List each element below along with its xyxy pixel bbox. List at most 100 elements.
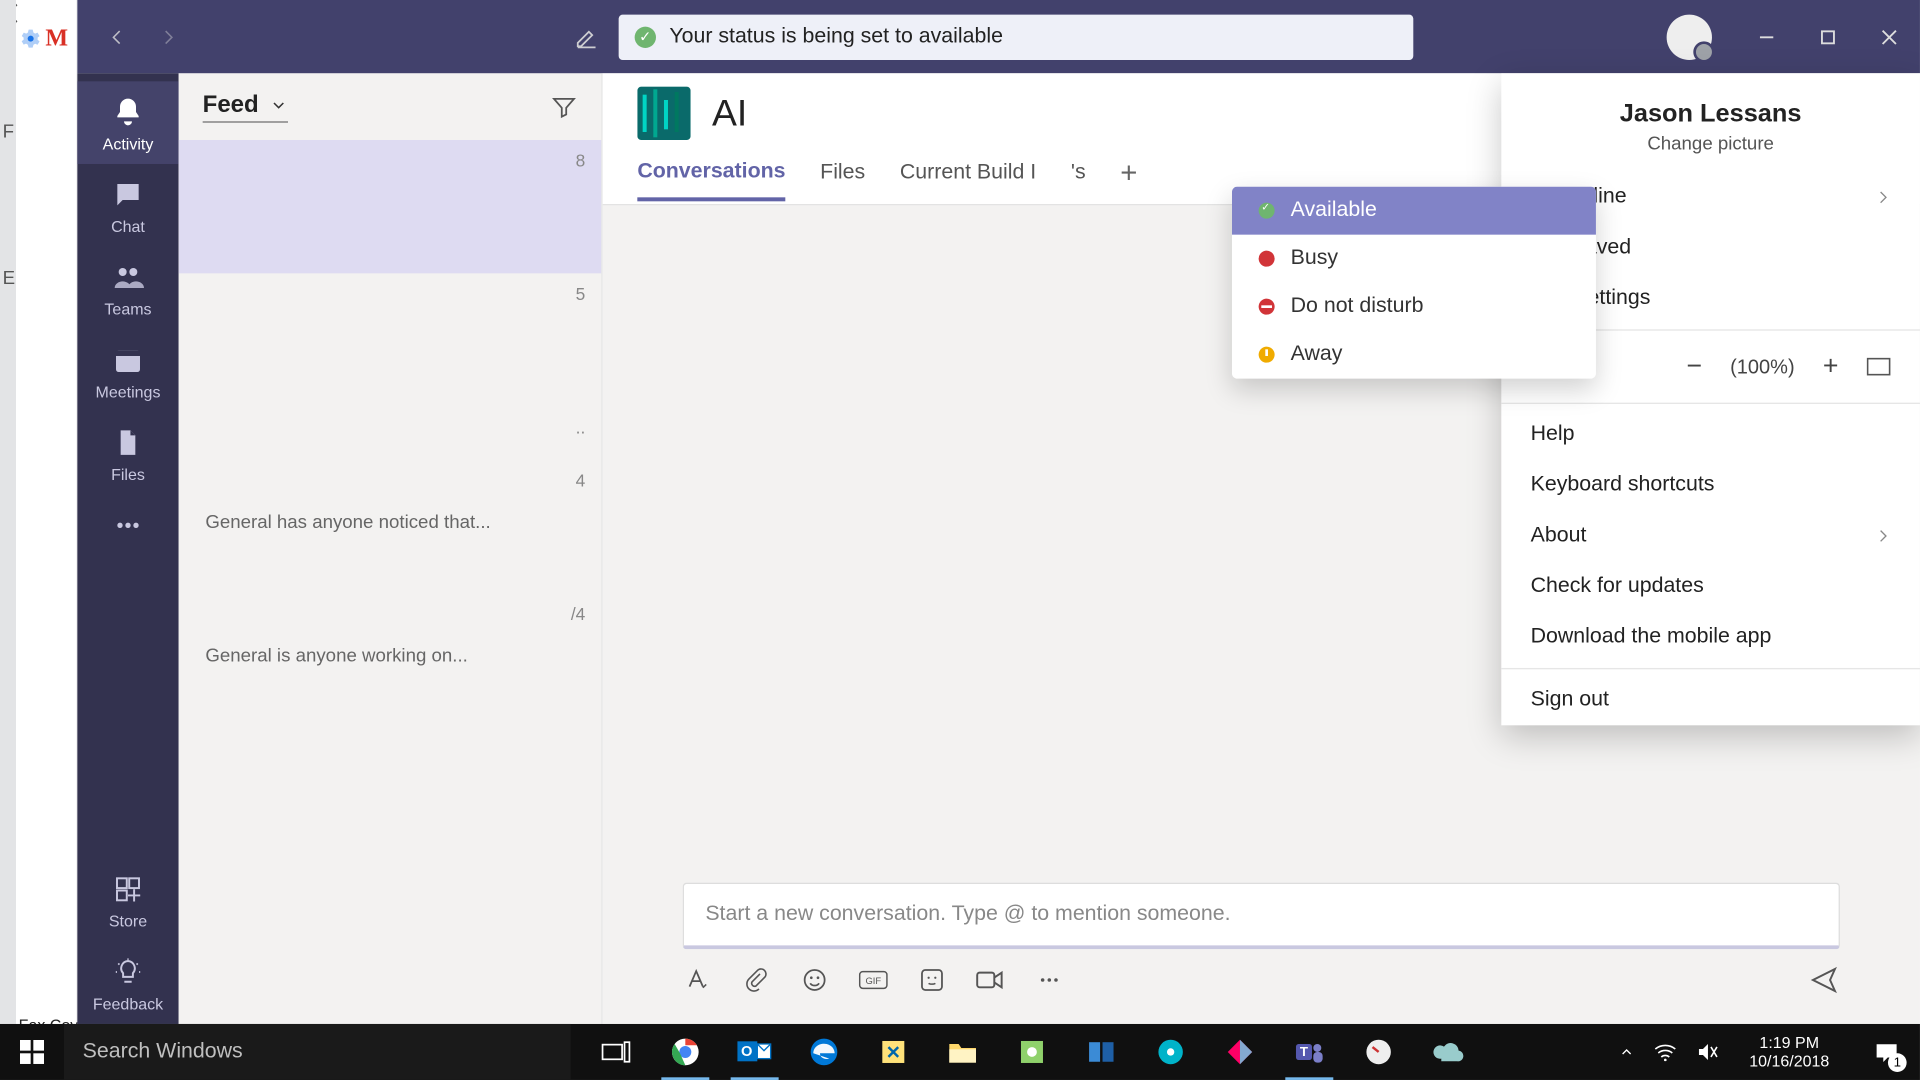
add-tab-button[interactable]: + [1120, 156, 1137, 204]
tab-custom-2[interactable]: 's [1071, 161, 1086, 198]
help-label: Help [1531, 423, 1575, 447]
help-row[interactable]: Help [1501, 409, 1920, 460]
feed-item[interactable]: 8 [179, 140, 602, 273]
feed-item[interactable]: .. [179, 407, 602, 460]
gif-button[interactable]: GIF [859, 965, 888, 994]
presence-available-icon [1259, 203, 1275, 219]
updates-row[interactable]: Check for updates [1501, 561, 1920, 612]
about-row[interactable]: About [1501, 511, 1920, 562]
taskbar-chrome[interactable] [651, 1024, 720, 1080]
start-button[interactable] [0, 1024, 64, 1080]
rail-meetings[interactable]: Meetings [77, 329, 178, 412]
updates-label: Check for updates [1531, 575, 1704, 599]
status-option-label: Away [1291, 343, 1343, 367]
send-button[interactable] [1808, 965, 1840, 994]
status-option-dnd[interactable]: Do not disturb [1232, 283, 1596, 331]
search-bar[interactable]: Your status is being set to available [619, 14, 1414, 59]
files-icon [111, 425, 146, 460]
rail-label: Files [111, 465, 145, 484]
taskbar-edge[interactable] [789, 1024, 858, 1080]
profile-avatar-button[interactable] [1667, 14, 1712, 59]
tray-clock[interactable]: 1:19 PM 10/16/2018 [1739, 1033, 1840, 1070]
change-picture-link[interactable]: Change picture [1531, 132, 1891, 153]
rail-feedback[interactable]: Feedback [77, 941, 178, 1024]
volume-icon[interactable] [1696, 1041, 1720, 1062]
status-option-label: Busy [1291, 247, 1338, 271]
taskbar-teams[interactable]: T [1275, 1024, 1344, 1080]
format-button[interactable] [683, 965, 712, 994]
tab-conversations[interactable]: Conversations [637, 159, 785, 200]
svg-text:GIF: GIF [865, 975, 881, 986]
profile-menu: Jason Lessans Change picture Offline Sav… [1501, 73, 1920, 725]
taskbar-app-cloud[interactable] [1413, 1024, 1482, 1080]
gmail-m-icon[interactable]: M [45, 24, 68, 52]
more-compose-button[interactable] [1035, 965, 1064, 994]
signout-label: Sign out [1531, 688, 1609, 712]
rail-label: Store [109, 912, 147, 931]
feed-item-snippet: General is anyone working on... [205, 644, 582, 665]
rail-files[interactable]: Files [77, 412, 178, 495]
presence-away-icon [1259, 347, 1275, 363]
taskbar-tools[interactable] [859, 1024, 928, 1080]
zoom-in-button[interactable]: + [1813, 351, 1848, 382]
taskbar-search[interactable]: Search Windows [64, 1024, 571, 1080]
taskbar-outlook[interactable]: O [720, 1024, 789, 1080]
rail-store[interactable]: Store [77, 859, 178, 942]
new-chat-button[interactable] [573, 23, 600, 50]
rail-more[interactable] [77, 495, 178, 554]
channel-avatar [637, 87, 690, 140]
nav-forward-button[interactable] [155, 23, 182, 50]
window-maximize-button[interactable] [1797, 0, 1858, 73]
composer-input[interactable]: Start a new conversation. Type @ to ment… [683, 883, 1840, 950]
feed-pane: Feed 8 5 .. [179, 73, 603, 1024]
tray-overflow-button[interactable] [1619, 1044, 1635, 1060]
action-center-button[interactable]: 1 [1859, 1024, 1915, 1080]
channel-name: AI [712, 92, 747, 135]
feed-item-meta: 4 [576, 471, 586, 491]
taskbar-app-green[interactable] [997, 1024, 1066, 1080]
bg-letter: E [3, 267, 15, 288]
settings-gear-icon[interactable] [19, 26, 43, 50]
menu-separator [1501, 403, 1920, 404]
task-view-button[interactable] [581, 1024, 650, 1080]
tab-files[interactable]: Files [820, 161, 865, 198]
download-row[interactable]: Download the mobile app [1501, 612, 1920, 663]
emoji-button[interactable] [800, 965, 829, 994]
app-rail: Activity Chat Teams [77, 73, 178, 1024]
window-minimize-button[interactable] [1736, 0, 1797, 73]
fullscreen-button[interactable] [1867, 357, 1891, 376]
signout-row[interactable]: Sign out [1501, 675, 1920, 726]
taskbar-app-gauge[interactable] [1344, 1024, 1413, 1080]
taskbar-app-blue[interactable] [1067, 1024, 1136, 1080]
zoom-out-button[interactable]: − [1677, 351, 1712, 382]
teams-window: Your status is being set to available [77, 0, 1920, 1024]
status-option-label: Do not disturb [1291, 295, 1424, 319]
tab-custom-1[interactable]: Current Build I [900, 161, 1036, 198]
rail-teams[interactable]: Teams [77, 247, 178, 330]
status-option-busy[interactable]: Busy [1232, 235, 1596, 283]
feed-item[interactable]: /4 General is anyone working on... [179, 593, 602, 726]
filter-button[interactable] [551, 93, 578, 120]
rail-label: Activity [103, 135, 154, 154]
chevron-right-icon [1875, 528, 1891, 544]
taskbar-app-teal[interactable] [1136, 1024, 1205, 1080]
status-toast-text: Your status is being set to available [669, 25, 1003, 49]
window-close-button[interactable] [1859, 0, 1920, 73]
meet-now-button[interactable] [976, 965, 1005, 994]
nav-back-button[interactable] [104, 23, 131, 50]
taskbar-app-diamond[interactable] [1205, 1024, 1274, 1080]
feed-dropdown[interactable]: Feed [203, 91, 288, 123]
feed-item[interactable]: 5 [179, 273, 602, 406]
shortcuts-label: Keyboard shortcuts [1531, 473, 1715, 497]
feed-item[interactable]: 4 General has anyone noticed that... [179, 460, 602, 593]
rail-chat[interactable]: Chat [77, 164, 178, 247]
shortcuts-row[interactable]: Keyboard shortcuts [1501, 460, 1920, 511]
status-option-away[interactable]: Away [1232, 331, 1596, 379]
wifi-icon[interactable] [1653, 1043, 1677, 1062]
sticker-button[interactable] [917, 965, 946, 994]
attach-button[interactable] [741, 965, 770, 994]
status-option-available[interactable]: Available [1232, 187, 1596, 235]
rail-activity[interactable]: Activity [77, 81, 178, 164]
taskbar-explorer[interactable] [928, 1024, 997, 1080]
tray-time: 1:19 PM [1749, 1033, 1829, 1052]
